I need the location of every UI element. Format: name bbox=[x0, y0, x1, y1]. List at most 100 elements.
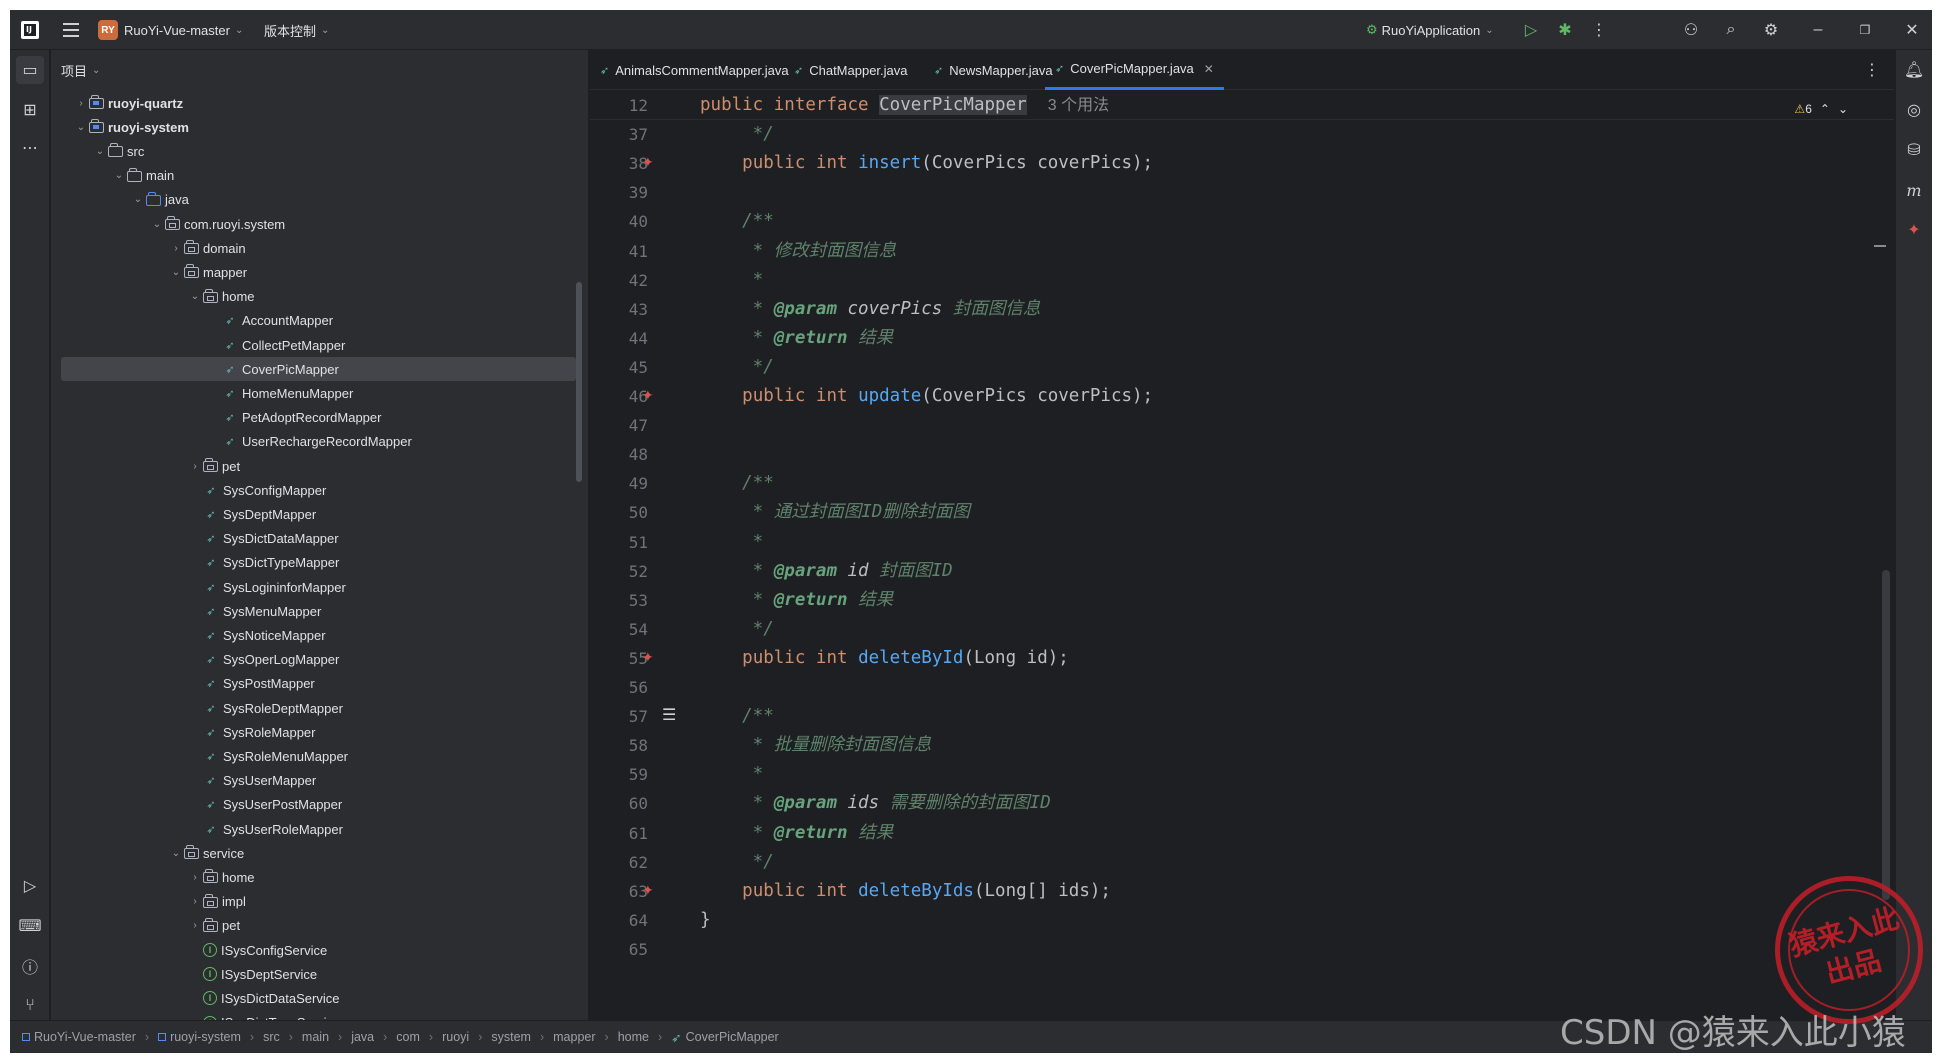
code-line[interactable]: */ bbox=[700, 120, 774, 149]
code-line[interactable]: * bbox=[700, 528, 764, 557]
tree-item[interactable]: ⌄ src bbox=[61, 139, 576, 163]
tree-item[interactable]: ➶ SysDictDataMapper bbox=[61, 527, 576, 551]
tree-item[interactable]: › impl bbox=[61, 890, 576, 914]
chevron-down-icon[interactable]: ⌄ bbox=[73, 122, 89, 133]
maven-icon[interactable]: m bbox=[1902, 178, 1926, 202]
code-line[interactable]: /** bbox=[700, 702, 774, 731]
chevron-down-icon[interactable]: ⌄ bbox=[149, 219, 165, 230]
chevron-down-icon[interactable]: ⌄ bbox=[92, 146, 108, 157]
tree-item[interactable]: › ruoyi-quartz bbox=[61, 91, 576, 115]
app-logo-icon[interactable]: IJ bbox=[21, 21, 39, 39]
breadcrumb-item[interactable]: mapper › bbox=[553, 1030, 618, 1044]
run-icon[interactable]: ▷ bbox=[1521, 20, 1541, 40]
tree-item[interactable]: ⌄ main bbox=[61, 164, 576, 188]
tree-item[interactable]: ⌄ home bbox=[61, 285, 576, 309]
breadcrumb-item[interactable]: home › bbox=[618, 1030, 671, 1044]
code-line[interactable]: */ bbox=[700, 353, 774, 382]
code-line[interactable]: * @return 结果 bbox=[700, 819, 893, 848]
more-actions-icon[interactable]: ⋮ bbox=[1589, 20, 1609, 40]
tree-item[interactable]: I ISysDeptService bbox=[61, 962, 576, 986]
chevron-right-icon[interactable]: › bbox=[187, 896, 203, 907]
chevron-right-icon[interactable]: › bbox=[187, 872, 203, 883]
minimize-icon[interactable]: – bbox=[1808, 20, 1828, 40]
code-line[interactable]: * @param id 封面图ID bbox=[700, 557, 953, 586]
mybatis-navigate-icon[interactable]: ✦ bbox=[642, 882, 654, 899]
chevron-down-icon[interactable]: ⌄ bbox=[168, 848, 184, 859]
run-config-selector[interactable]: ⚙ RuoYiApplication ⌄ bbox=[1366, 10, 1494, 50]
code-line[interactable]: public int update(CoverPics coverPics); bbox=[700, 382, 1153, 411]
mybatis-icon[interactable]: ✦ bbox=[1902, 218, 1926, 242]
tab-options-icon[interactable]: ⋮ bbox=[1864, 60, 1880, 80]
next-highlight-icon[interactable]: ⌄ bbox=[1838, 102, 1848, 116]
breadcrumb-item[interactable]: RuoYi-Vue-master › bbox=[22, 1030, 158, 1044]
more-tools-icon[interactable]: ⋯ bbox=[16, 134, 44, 162]
tree-item[interactable]: ➶ CoverPicMapper bbox=[61, 357, 576, 382]
chevron-down-icon[interactable]: ⌄ bbox=[187, 291, 203, 302]
code-line[interactable]: * bbox=[700, 266, 764, 295]
tree-item[interactable]: › pet bbox=[61, 914, 576, 938]
tree-item[interactable]: ⌄ java bbox=[61, 188, 576, 212]
code-line[interactable]: public int deleteByIds(Long[] ids); bbox=[700, 877, 1111, 906]
project-panel-header[interactable]: 项目 ⌄ bbox=[51, 50, 588, 90]
database-icon[interactable]: ⛁ bbox=[1902, 138, 1926, 162]
sticky-code-line[interactable]: public interface CoverPicMapper 3 个用法 bbox=[700, 91, 1109, 120]
debug-icon[interactable]: ✱ bbox=[1555, 20, 1575, 40]
close-tab-icon[interactable]: ✕ bbox=[1204, 62, 1214, 76]
code-line[interactable]: * bbox=[700, 760, 764, 789]
editor-tab[interactable]: ➶ CoverPicMapper.java ✕ bbox=[1045, 50, 1224, 90]
inspection-widget[interactable]: ⚠6 ⌃ ⌄ bbox=[1794, 102, 1848, 116]
breadcrumb-item[interactable]: ➶ CoverPicMapper bbox=[671, 1030, 779, 1045]
tree-item[interactable]: › domain bbox=[61, 236, 576, 260]
breadcrumb-item[interactable]: main › bbox=[302, 1030, 351, 1044]
tree-item[interactable]: ➶ SysUserRoleMapper bbox=[61, 817, 576, 841]
close-icon[interactable]: ✕ bbox=[1902, 20, 1922, 40]
code-line[interactable]: * @param coverPics 封面图信息 bbox=[700, 295, 1041, 324]
tree-item[interactable]: ➶ SysConfigMapper bbox=[61, 478, 576, 502]
breadcrumb-item[interactable]: src › bbox=[263, 1030, 302, 1044]
code-line[interactable]: * @return 结果 bbox=[700, 586, 893, 615]
breadcrumb-item[interactable]: java › bbox=[351, 1030, 396, 1044]
code-line[interactable]: */ bbox=[700, 848, 774, 877]
restore-icon[interactable]: ❐ bbox=[1855, 20, 1875, 40]
tree-item[interactable]: ➶ SysUserPostMapper bbox=[61, 793, 576, 817]
settings-icon[interactable]: ⚙ bbox=[1761, 20, 1781, 40]
ai-assistant-icon[interactable]: ◎ bbox=[1902, 98, 1926, 122]
tree-item[interactable]: ➶ SysDictTypeMapper bbox=[61, 551, 576, 575]
tree-item[interactable]: ➶ UserRechargeRecordMapper bbox=[61, 430, 576, 454]
chevron-down-icon[interactable]: ⌄ bbox=[130, 194, 146, 205]
project-tool-icon[interactable]: ▭ bbox=[16, 56, 44, 84]
tree-item[interactable]: ➶ HomeMenuMapper bbox=[61, 381, 576, 405]
project-switcher[interactable]: RY RuoYi-Vue-master ⌄ bbox=[98, 10, 243, 50]
tree-item[interactable]: › home bbox=[61, 865, 576, 889]
terminal-tool-icon[interactable]: ⌨ bbox=[16, 912, 44, 940]
tree-item[interactable]: ➶ SysUserMapper bbox=[61, 769, 576, 793]
tree-item[interactable]: ➶ PetAdoptRecordMapper bbox=[61, 406, 576, 430]
chevron-down-icon[interactable]: ⌄ bbox=[168, 267, 184, 278]
code-line[interactable]: * 通过封面图ID删除封面图 bbox=[700, 498, 970, 527]
code-line[interactable]: * 批量删除封面图信息 bbox=[700, 731, 932, 760]
editor-tab[interactable]: ➶ NewsMapper.java bbox=[924, 50, 1063, 90]
problems-tool-icon[interactable]: ⓘ bbox=[16, 952, 44, 980]
git-tool-icon[interactable]: ⑂ bbox=[16, 992, 44, 1020]
tree-item[interactable]: ➶ SysRoleMapper bbox=[61, 720, 576, 744]
tree-item[interactable]: ⌄ ruoyi-system bbox=[61, 115, 576, 139]
code-line[interactable]: * @return 结果 bbox=[700, 324, 893, 353]
editor-tab[interactable]: ➶ AnimalsCommentMapper.java bbox=[590, 50, 799, 90]
tree-item[interactable]: ➶ SysRoleMenuMapper bbox=[61, 744, 576, 768]
code-line[interactable]: /** bbox=[700, 469, 774, 498]
mybatis-navigate-icon[interactable]: ✦ bbox=[642, 649, 654, 666]
code-area[interactable]: public interface CoverPicMapper 3 个用法 */… bbox=[700, 91, 1830, 1020]
code-line[interactable]: public int insert(CoverPics coverPics); bbox=[700, 149, 1153, 178]
usages-hint[interactable]: 3 个用法 bbox=[1048, 97, 1109, 114]
account-icon[interactable]: ⚇ bbox=[1681, 20, 1701, 40]
tree-item[interactable]: I ISysDictDataService bbox=[61, 986, 576, 1010]
services-tool-icon[interactable]: ▷ bbox=[16, 872, 44, 900]
tree-item[interactable]: ➶ SysOperLogMapper bbox=[61, 648, 576, 672]
chevron-right-icon[interactable]: › bbox=[187, 920, 203, 931]
chevron-right-icon[interactable]: › bbox=[168, 243, 184, 254]
tree-item[interactable]: ➶ SysPostMapper bbox=[61, 672, 576, 696]
editor-tab[interactable]: ➶ ChatMapper.java bbox=[784, 50, 918, 90]
chevron-down-icon[interactable]: ⌄ bbox=[111, 170, 127, 181]
tree-item[interactable]: ⌄ com.ruoyi.system bbox=[61, 212, 576, 236]
code-line[interactable]: } bbox=[700, 906, 711, 935]
